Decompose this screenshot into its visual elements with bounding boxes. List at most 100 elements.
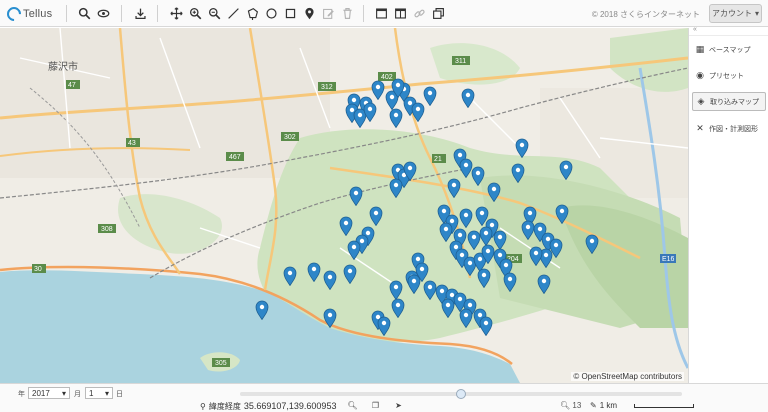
coord-label: 緯度経度 [208, 401, 241, 411]
pin-icon [411, 102, 425, 122]
app-logo[interactable]: Tellus [4, 3, 52, 24]
map-marker-pin[interactable] [411, 102, 425, 122]
map-marker-pin[interactable] [493, 230, 507, 250]
marker-button[interactable] [300, 4, 318, 22]
map-marker-pin[interactable] [555, 204, 569, 224]
map-marker-pin[interactable] [339, 216, 353, 236]
zoom-in-icon [189, 7, 201, 19]
pan-button[interactable] [167, 4, 185, 22]
map-marker-pin[interactable] [511, 163, 525, 183]
layout-split-button[interactable] [391, 4, 409, 22]
map-marker-pin[interactable] [391, 78, 405, 98]
pin-icon [369, 206, 383, 226]
map-marker-pin[interactable] [323, 270, 337, 290]
date-slider-knob[interactable] [456, 389, 466, 399]
download-icon [134, 8, 146, 19]
map-marker-pin[interactable] [441, 298, 455, 318]
date-slider[interactable] [240, 389, 682, 399]
map-marker-pin[interactable] [377, 316, 391, 336]
download-button[interactable] [131, 4, 149, 22]
map-marker-pin[interactable] [461, 88, 475, 108]
pin-icon [255, 300, 269, 320]
cursor-mode-button[interactable]: ➤ [393, 400, 404, 411]
map-marker-pin[interactable] [389, 108, 403, 128]
link-button[interactable] [410, 4, 428, 22]
map-marker-pin[interactable] [283, 266, 297, 286]
map-marker-pin[interactable] [323, 308, 337, 328]
panel-item-imported-map[interactable]: ◈ 取り込みマップ [692, 92, 766, 111]
map-marker-pin[interactable] [403, 161, 417, 181]
pin-icon [537, 274, 551, 294]
view-button[interactable] [94, 4, 112, 22]
map-marker-pin[interactable] [349, 186, 363, 206]
map-marker-pin[interactable] [343, 264, 357, 284]
layers-copy-button[interactable] [429, 4, 447, 22]
map-marker-pin[interactable] [459, 208, 473, 228]
panel-collapse-handle[interactable]: « [689, 26, 768, 36]
search-button[interactable] [75, 4, 93, 22]
map-marker-pin[interactable] [371, 80, 385, 100]
map-marker-pin[interactable] [503, 272, 517, 292]
year-value: 2017 [32, 388, 50, 398]
panel-item-label: 取り込みマップ [710, 98, 759, 106]
logo-mark-icon [4, 3, 24, 24]
map-marker-pin[interactable] [391, 298, 405, 318]
map-attribution[interactable]: © OpenStreetMap contributors [571, 372, 684, 381]
map-marker-pin[interactable] [389, 280, 403, 300]
map-marker-pin[interactable] [467, 230, 481, 250]
copy-icon: ❐ [371, 401, 380, 410]
map-marker-pin[interactable] [585, 234, 599, 254]
panel-item-drawing-tools[interactable]: ✕ 作図・計測図形 [692, 119, 766, 138]
map-marker-pin[interactable] [487, 182, 501, 202]
circle-draw-button[interactable] [262, 4, 280, 22]
day-label: 日 [116, 391, 123, 398]
pin-icon [503, 272, 517, 292]
pin-icon [441, 298, 455, 318]
map-marker-pin[interactable] [407, 274, 421, 294]
map-marker-pin[interactable] [479, 226, 493, 246]
map-marker-pin[interactable] [423, 86, 437, 106]
zoom-out-button[interactable] [205, 4, 223, 22]
copy-coords-button[interactable]: ❐ [370, 400, 381, 411]
map-marker-pin[interactable] [389, 178, 403, 198]
map-marker-pin[interactable] [363, 102, 377, 122]
panel-item-preset[interactable]: ◉ プリセット [692, 66, 766, 85]
edit-button[interactable] [319, 4, 337, 22]
drawing-tools-icon: ✕ [696, 123, 704, 133]
account-button[interactable]: アカウント ▾ [709, 4, 762, 23]
imported-map-icon: ◈ [697, 96, 705, 106]
delete-button[interactable] [338, 4, 356, 22]
coord-search-button[interactable]: 🔍︎ [347, 400, 358, 411]
map-marker-pin[interactable] [255, 300, 269, 320]
chevron-down-icon: ▾ [61, 388, 66, 398]
polygon-draw-button[interactable] [243, 4, 261, 22]
scale-label: 1 km [599, 401, 618, 410]
map-marker-pin[interactable] [369, 206, 383, 226]
layout-single-button[interactable] [372, 4, 390, 22]
pin-icon [389, 108, 403, 128]
line-draw-button[interactable] [224, 4, 242, 22]
map-marker-pin[interactable] [537, 274, 551, 294]
map-marker-pin[interactable] [471, 166, 485, 186]
map-marker-pin[interactable] [439, 222, 453, 242]
map-marker-pin[interactable] [347, 240, 361, 260]
chevron-down-icon: ▾ [754, 9, 759, 18]
layout-split-icon [394, 7, 406, 19]
search-icon [78, 7, 90, 19]
pin-icon [363, 102, 377, 122]
map-marker-pin[interactable] [515, 138, 529, 158]
map-marker-pin[interactable] [529, 246, 543, 266]
zoom-in-button[interactable] [186, 4, 204, 22]
panel-item-basemap[interactable]: ▦ ベースマップ [692, 40, 766, 59]
map-marker-pin[interactable] [477, 268, 491, 288]
map-marker-pin[interactable] [479, 316, 493, 336]
rectangle-draw-button[interactable] [281, 4, 299, 22]
month-select[interactable]: 1 ▾ [85, 387, 113, 399]
map-marker-pin[interactable] [307, 262, 321, 282]
map-marker-pin[interactable] [459, 308, 473, 328]
year-select[interactable]: 2017 ▾ [28, 387, 70, 399]
map-marker-pin[interactable] [447, 178, 461, 198]
map-canvas[interactable]: 47 402 312 43 467 302 21 308 30 204 311 … [0, 28, 688, 383]
pin-icon [459, 308, 473, 328]
map-marker-pin[interactable] [559, 160, 573, 180]
